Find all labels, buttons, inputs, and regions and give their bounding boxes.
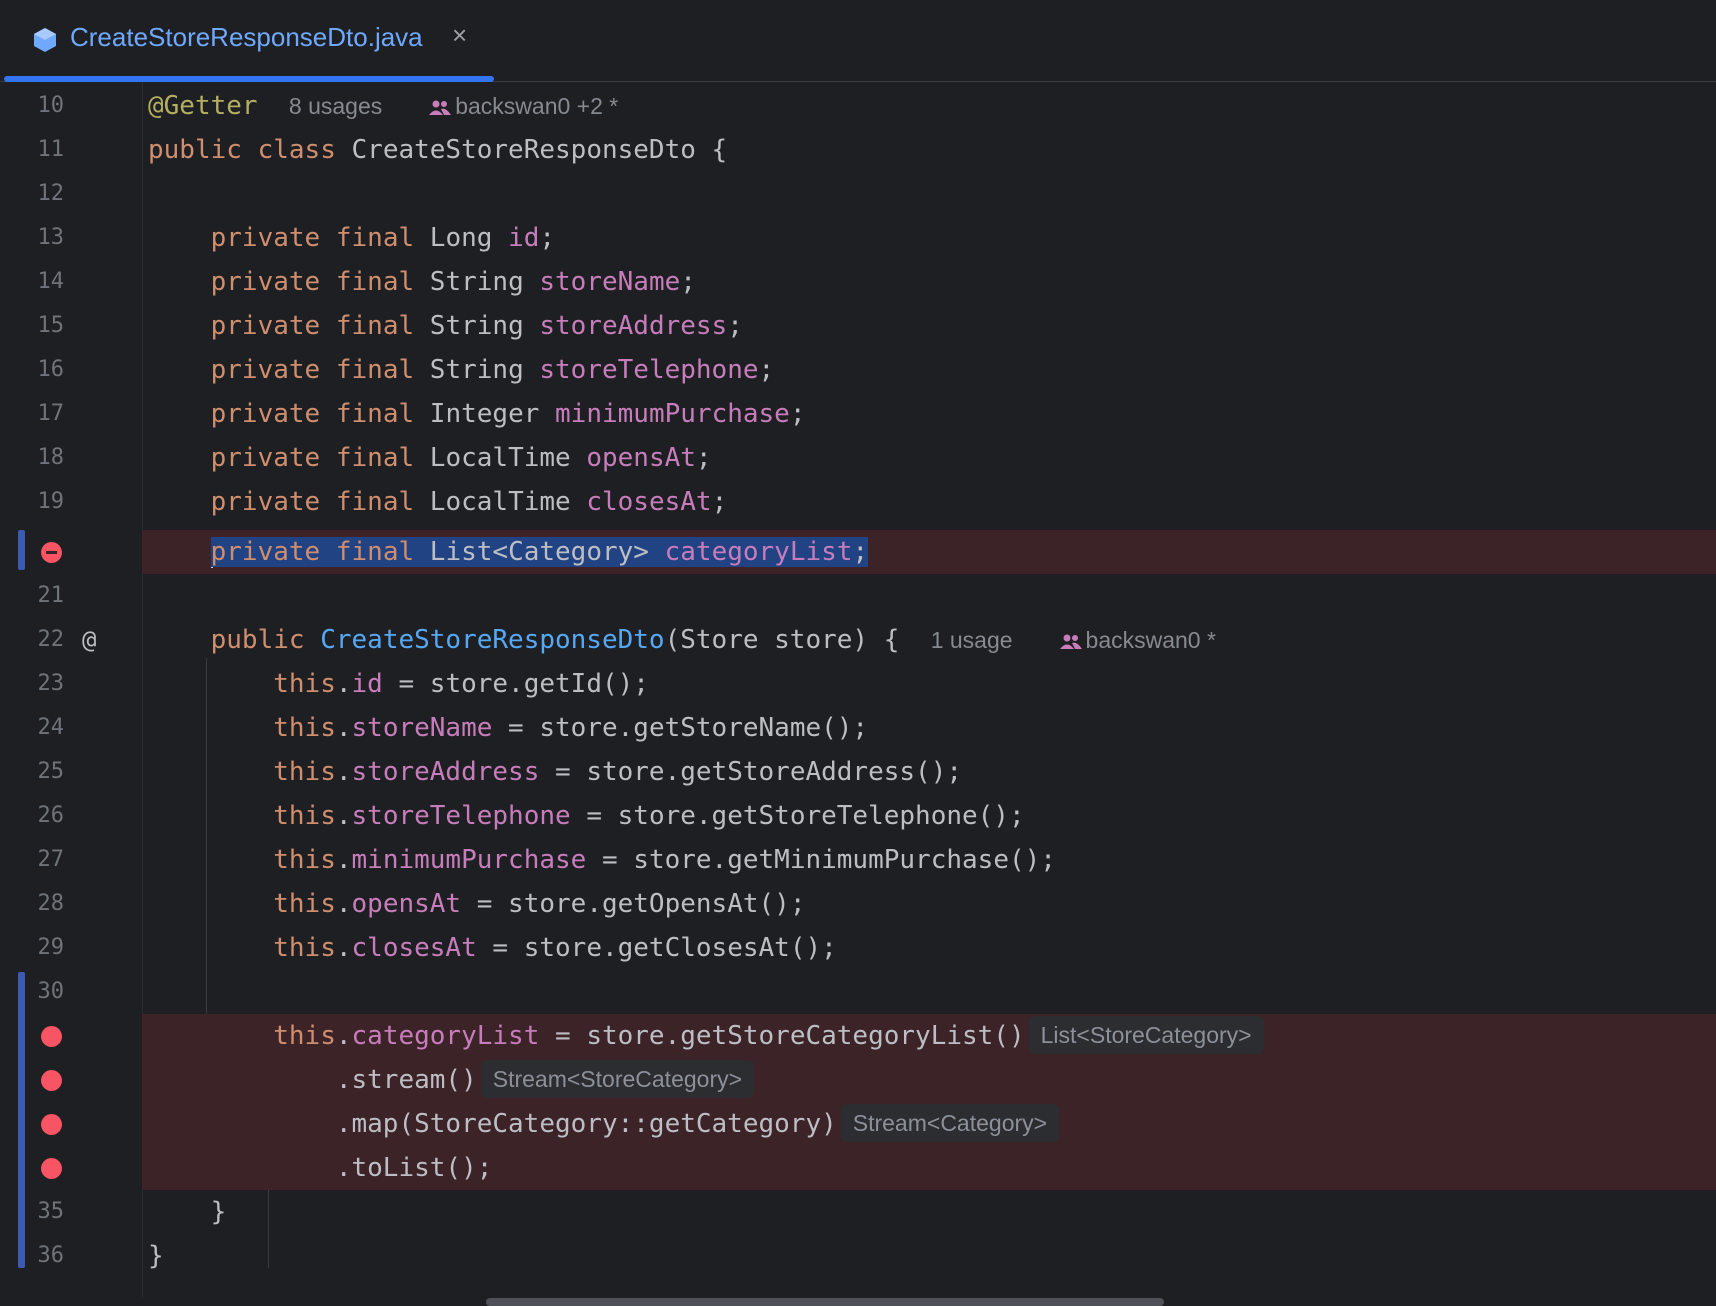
code-line: 26 this.storeTelephone = store.getStoreT… <box>0 794 1716 838</box>
code-line: 25 this.storeAddress = store.getStoreAdd… <box>0 750 1716 794</box>
code-text: this.storeName = store.getStoreName(); <box>273 713 869 743</box>
code-line: 30 <box>0 970 1716 1014</box>
line-number: 18 <box>37 445 65 470</box>
code-line: .stream() Stream<StoreCategory> <box>0 1058 1716 1102</box>
line-number: 28 <box>37 891 65 916</box>
breakpoint-icon[interactable] <box>41 1026 62 1047</box>
line-number: 24 <box>37 715 65 740</box>
code-text: public CreateStoreResponseDto(Store stor… <box>210 625 1216 655</box>
code-text: private final Integer minimumPurchase; <box>210 399 806 429</box>
code-line: private final List<Category> categoryLis… <box>0 530 1716 574</box>
code-line: 15 private final String storeAddress; <box>0 304 1716 348</box>
code-line: 19 private final LocalTime closesAt; <box>0 480 1716 524</box>
code-line: 22 @ public CreateStoreResponseDto(Store… <box>0 618 1716 662</box>
code-line: 29 this.closesAt = store.getClosesAt(); <box>0 926 1716 970</box>
code-line: 12 <box>0 172 1716 216</box>
line-number: 23 <box>37 671 65 696</box>
author-hint[interactable]: backswan0 +2 * <box>429 93 618 119</box>
code-line: 13 private final Long id; <box>0 216 1716 260</box>
authors-icon <box>429 100 452 115</box>
code-line: 11 public class CreateStoreResponseDto { <box>0 128 1716 172</box>
code-text: this.closesAt = store.getClosesAt(); <box>273 933 837 963</box>
code-text: this.minimumPurchase = store.getMinimumP… <box>273 845 1056 875</box>
lombok-generated-icon[interactable]: @ <box>82 618 96 662</box>
code-text: .map(StoreCategory::getCategory) Stream<C… <box>148 1102 1060 1146</box>
code-line: 24 this.storeName = store.getStoreName()… <box>0 706 1716 750</box>
tab-create-store-response-dto[interactable]: CreateStoreResponseDto.java × <box>4 0 494 82</box>
type-hint[interactable]: Stream<StoreCategory> <box>480 1060 755 1098</box>
code-line: 10 @Getter 8 usages backswan0 +2 * <box>0 84 1716 128</box>
line-number: 11 <box>37 137 65 162</box>
code-text: private final Long id; <box>210 223 556 253</box>
line-number: 16 <box>37 357 65 382</box>
line-number: 25 <box>37 759 65 784</box>
code-text: this.categoryList = store.getStoreCatego… <box>148 1014 1264 1058</box>
line-number: 15 <box>37 313 65 338</box>
code-line: 28 this.opensAt = store.getOpensAt(); <box>0 882 1716 926</box>
code-line: 23 this.id = store.getId(); <box>0 662 1716 706</box>
horizontal-scrollbar[interactable] <box>486 1298 1164 1306</box>
code-text: this.storeAddress = store.getStoreAddres… <box>273 757 962 787</box>
type-hint[interactable]: List<StoreCategory> <box>1028 1016 1264 1054</box>
code-text: private final String storeName; <box>210 267 696 297</box>
breakpoint-disabled-icon[interactable] <box>41 542 62 563</box>
line-number: 14 <box>37 269 65 294</box>
code-editor[interactable]: 10 @Getter 8 usages backswan0 +2 * 11 pu… <box>0 82 1716 1306</box>
breakpoint-icon[interactable] <box>41 1158 62 1179</box>
line-number: 27 <box>37 847 65 872</box>
code-text: } <box>210 1197 227 1227</box>
code-line: this.categoryList = store.getStoreCatego… <box>0 1014 1716 1058</box>
breakpoint-icon[interactable] <box>41 1070 62 1091</box>
code-text: this.opensAt = store.getOpensAt(); <box>273 889 806 919</box>
code-text: private final LocalTime closesAt; <box>210 487 728 517</box>
code-text: .toList(); <box>335 1153 493 1183</box>
breakpoint-icon[interactable] <box>41 1114 62 1135</box>
line-number: 30 <box>37 979 65 1004</box>
code-text: private final String storeTelephone; <box>210 355 775 385</box>
editor-tab-bar: CreateStoreResponseDto.java × <box>0 0 1716 82</box>
usages-hint[interactable]: 1 usage <box>931 627 1013 653</box>
code-text: this.id = store.getId(); <box>273 669 649 699</box>
code-line: 35 } <box>0 1190 1716 1234</box>
code-text: private final LocalTime opensAt; <box>210 443 712 473</box>
line-number: 12 <box>37 181 65 206</box>
line-number: 21 <box>37 583 65 608</box>
authors-icon <box>1059 634 1082 649</box>
java-class-icon <box>34 28 56 52</box>
selection: private final List<Category> categoryLis… <box>210 537 869 567</box>
line-number: 22 <box>37 627 65 652</box>
usages-hint[interactable]: 8 usages <box>289 93 382 119</box>
type-hint[interactable]: Stream<Category> <box>840 1104 1060 1142</box>
close-icon[interactable]: × <box>452 20 467 51</box>
line-number: 26 <box>37 803 65 828</box>
line-number: 19 <box>37 489 65 514</box>
line-number: 10 <box>37 93 65 118</box>
code-line: .toList(); <box>0 1146 1716 1190</box>
code-text: @Getter 8 usages backswan0 +2 * <box>148 91 619 121</box>
author-hint[interactable]: backswan0 * <box>1059 627 1216 653</box>
code-text: private final List<Category> categoryLis… <box>148 530 869 574</box>
code-text: .stream() Stream<StoreCategory> <box>148 1058 755 1102</box>
code-text: } <box>148 1241 164 1271</box>
code-line: 27 this.minimumPurchase = store.getMinim… <box>0 838 1716 882</box>
tab-label: CreateStoreResponseDto.java <box>70 22 423 52</box>
code-text: this.storeTelephone = store.getStoreTele… <box>273 801 1025 831</box>
code-line: 17 private final Integer minimumPurchase… <box>0 392 1716 436</box>
code-line: .map(StoreCategory::getCategory) Stream<C… <box>0 1102 1716 1146</box>
code-text: private final String storeAddress; <box>210 311 743 341</box>
code-line: 36 } <box>0 1234 1716 1278</box>
code-line: 16 private final String storeTelephone; <box>0 348 1716 392</box>
code-line: 14 private final String storeName; <box>0 260 1716 304</box>
code-line: 21 <box>0 574 1716 618</box>
line-number: 35 <box>37 1199 65 1224</box>
line-number: 29 <box>37 935 65 960</box>
code-text: public class CreateStoreResponseDto { <box>148 135 728 165</box>
line-number: 36 <box>37 1243 65 1268</box>
line-number: 13 <box>37 225 65 250</box>
code-line: 18 private final LocalTime opensAt; <box>0 436 1716 480</box>
line-number: 17 <box>37 401 65 426</box>
